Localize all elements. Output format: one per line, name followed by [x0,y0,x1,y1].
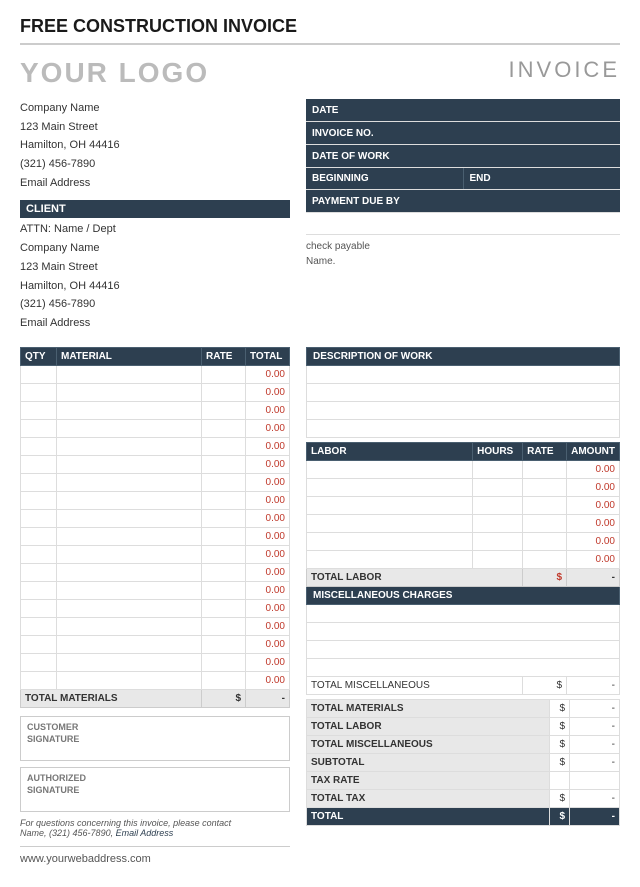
work-row [307,401,620,419]
labor-col-header: LABOR [307,442,473,460]
summary-row: TAX RATE [307,771,620,789]
mat-row: 0.00 [21,455,290,473]
summary-row: SUBTOTAL$- [307,753,620,771]
authorized-signature-box: AUTHORIZEDSIGNATURE [20,767,290,812]
check-payable: check payable Name. [306,239,620,269]
misc-row [307,622,620,640]
labor-row: 0.00 [307,532,620,550]
summary-row: TOTAL TAX$- [307,789,620,807]
summary-row: TOTAL MATERIALS$- [307,699,620,717]
labor-row: 0.00 [307,496,620,514]
invoice-no-label: INVOICE NO. [306,122,620,144]
total-header: TOTAL [246,347,290,365]
work-table: DESCRIPTION OF WORK [306,347,620,438]
rate-col-header: RATE [523,442,567,460]
client-header: CLIENT [20,200,290,218]
mat-row: 0.00 [21,635,290,653]
materials-table: QTY MATERIAL RATE TOTAL 0.000.000.000.00… [20,347,290,708]
hours-col-header: HOURS [473,442,523,460]
mat-row: 0.00 [21,653,290,671]
total-materials-row: TOTAL MATERIALS $ - [21,689,290,707]
mat-row: 0.00 [21,581,290,599]
summary-table: TOTAL MATERIALS$-TOTAL LABOR$-TOTAL MISC… [306,699,620,826]
misc-header-row: MISCELLANEOUS CHARGES [307,586,620,604]
summary-row: TOTAL LABOR$- [307,717,620,735]
mat-row: 0.00 [21,509,290,527]
sender-info: Company Name 123 Main Street Hamilton, O… [20,99,290,192]
summary-row: TOTAL MISCELLANEOUS$- [307,735,620,753]
work-row [307,419,620,437]
labor-row: 0.00 [307,550,620,568]
work-row [307,365,620,383]
mat-row: 0.00 [21,617,290,635]
client-info: ATTN: Name / Dept Company Name 123 Main … [20,220,290,332]
mat-row: 0.00 [21,671,290,689]
mat-row: 0.00 [21,545,290,563]
payment-due-label: PAYMENT DUE BY [306,190,620,212]
mat-row: 0.00 [21,599,290,617]
labor-row: 0.00 [307,478,620,496]
date-label: DATE [306,99,620,121]
mat-row: 0.00 [21,437,290,455]
rate-header: RATE [202,347,246,365]
work-row [307,383,620,401]
amount-col-header: AMOUNT [567,442,620,460]
mat-row: 0.00 [21,365,290,383]
material-header: MATERIAL [57,347,202,365]
invoice-label: INVOICE [509,57,620,83]
qty-header: QTY [21,347,57,365]
misc-row [307,658,620,676]
logo: YOUR LOGO [20,57,209,89]
page-title: FREE CONSTRUCTION INVOICE [20,16,620,45]
mat-row: 0.00 [21,401,290,419]
end-label: END [464,168,621,189]
footer-contact: For questions concerning this invoice, p… [20,818,290,838]
website: www.yourwebaddress.com [20,846,290,865]
misc-row [307,640,620,658]
mat-row: 0.00 [21,563,290,581]
labor-row: 0.00 [307,514,620,532]
work-header: DESCRIPTION OF WORK [307,347,620,365]
customer-signature-box: CUSTOMERSIGNATURE [20,716,290,761]
mat-row: 0.00 [21,473,290,491]
mat-row: 0.00 [21,419,290,437]
labor-table: LABOR HOURS RATE AMOUNT 0.000.000.000.00… [306,442,620,695]
misc-row [307,604,620,622]
beginning-label: BEGINNING [306,168,464,189]
total-misc-row: TOTAL MISCELLANEOUS $ - [307,676,620,694]
mat-row: 0.00 [21,383,290,401]
summary-row: TOTAL$- [307,807,620,825]
total-labor-row: TOTAL LABOR $ - [307,568,620,586]
mat-row: 0.00 [21,527,290,545]
date-of-work-label: DATE OF WORK [306,145,620,167]
mat-row: 0.00 [21,491,290,509]
labor-row: 0.00 [307,460,620,478]
